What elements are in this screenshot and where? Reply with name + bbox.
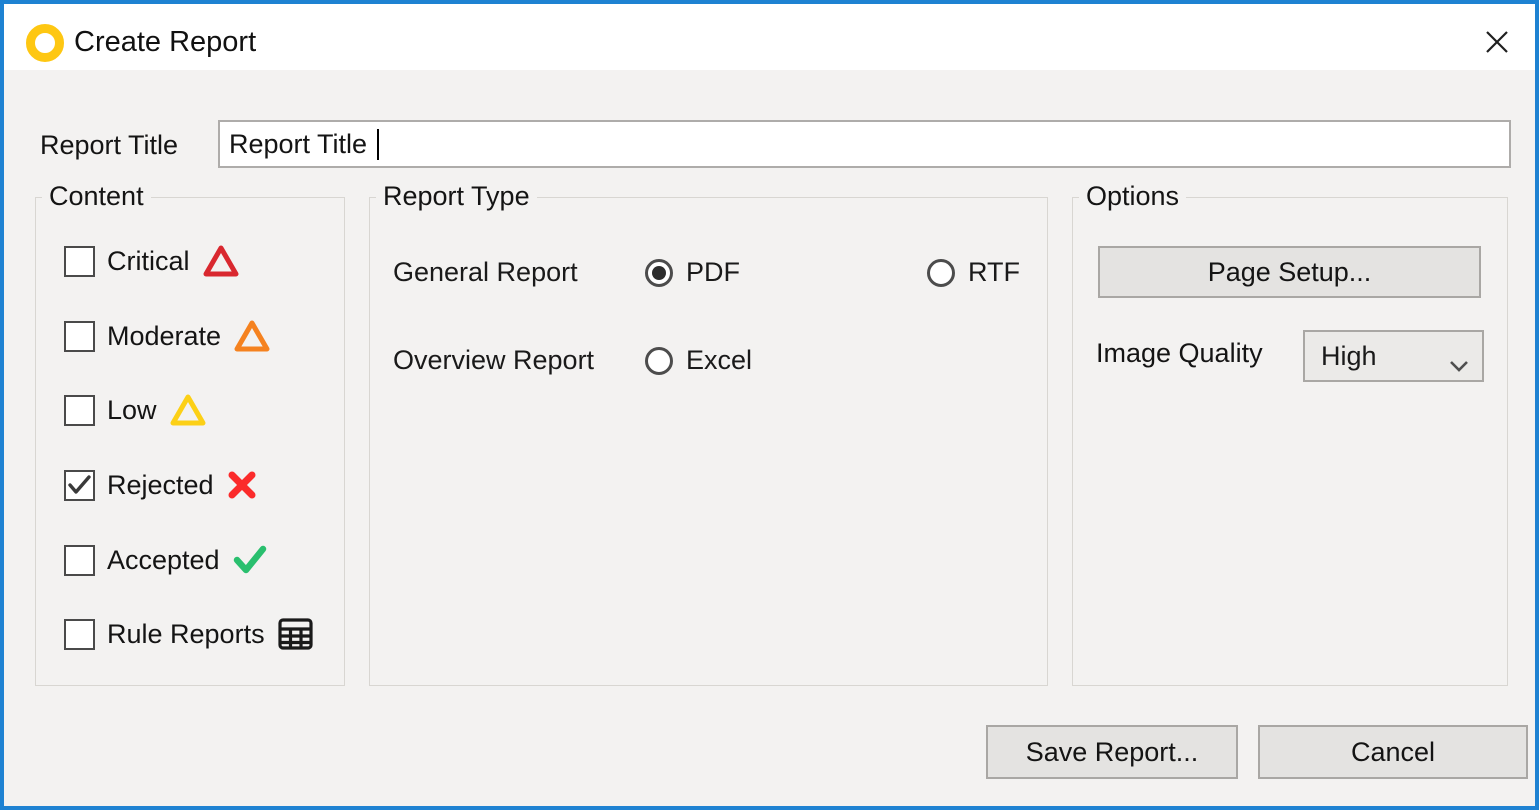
report-title-label: Report Title <box>40 130 178 161</box>
accepted-check-icon <box>232 545 268 575</box>
general-report-label: General Report <box>393 257 578 288</box>
image-quality-value: High <box>1321 341 1377 372</box>
rejected-checkbox[interactable] <box>64 470 95 501</box>
checkbox-row-rejected[interactable]: Rejected <box>64 463 258 507</box>
excel-radio-label[interactable]: Excel <box>686 345 752 376</box>
image-quality-label: Image Quality <box>1096 338 1263 369</box>
excel-radio[interactable] <box>645 347 673 375</box>
rule-reports-table-icon <box>277 617 314 651</box>
checkmark-icon <box>67 474 92 496</box>
moderate-triangle-icon <box>233 318 271 354</box>
pdf-radio-label[interactable]: PDF <box>686 257 740 288</box>
overview-report-label: Overview Report <box>393 345 594 376</box>
content-group-title: Content <box>42 181 151 212</box>
critical-triangle-icon <box>202 243 240 279</box>
low-label: Low <box>107 395 157 426</box>
rule-reports-checkbox[interactable] <box>64 619 95 650</box>
text-caret <box>377 129 379 160</box>
image-quality-dropdown[interactable]: High <box>1303 330 1484 382</box>
report-title-input[interactable] <box>218 120 1511 168</box>
chevron-down-icon <box>1448 349 1470 380</box>
accepted-label: Accepted <box>107 545 220 576</box>
titlebar: Create Report <box>4 4 1535 70</box>
checkbox-row-low[interactable]: Low <box>64 388 207 432</box>
pdf-radio[interactable] <box>645 259 673 287</box>
options-group-title: Options <box>1079 181 1186 212</box>
moderate-checkbox[interactable] <box>64 321 95 352</box>
checkbox-row-rule-reports[interactable]: Rule Reports <box>64 612 314 656</box>
rejected-label: Rejected <box>107 470 214 501</box>
report-type-group: Report Type General Report PDF RTF Overv… <box>369 197 1048 686</box>
moderate-label: Moderate <box>107 321 221 352</box>
checkbox-row-critical[interactable]: Critical <box>64 239 240 283</box>
checkbox-row-accepted[interactable]: Accepted <box>64 538 268 582</box>
rejected-x-icon <box>226 469 258 501</box>
radio-selected-dot <box>652 266 666 280</box>
report-type-group-title: Report Type <box>376 181 537 212</box>
rtf-radio-label[interactable]: RTF <box>968 257 1020 288</box>
close-button[interactable] <box>1472 18 1522 66</box>
low-triangle-icon <box>169 392 207 428</box>
close-icon <box>1483 28 1511 56</box>
content-group: Content Critical Moderate Low Rejected A… <box>35 197 345 686</box>
cancel-button[interactable]: Cancel <box>1258 725 1528 779</box>
accepted-checkbox[interactable] <box>64 545 95 576</box>
low-checkbox[interactable] <box>64 395 95 426</box>
critical-checkbox[interactable] <box>64 246 95 277</box>
checkbox-row-moderate[interactable]: Moderate <box>64 314 271 358</box>
page-setup-button[interactable]: Page Setup... <box>1098 246 1481 298</box>
app-ring-icon <box>26 24 64 62</box>
window-title: Create Report <box>74 26 256 59</box>
save-report-button[interactable]: Save Report... <box>986 725 1238 779</box>
rule-reports-label: Rule Reports <box>107 619 265 650</box>
critical-label: Critical <box>107 246 190 277</box>
rtf-radio[interactable] <box>927 259 955 287</box>
